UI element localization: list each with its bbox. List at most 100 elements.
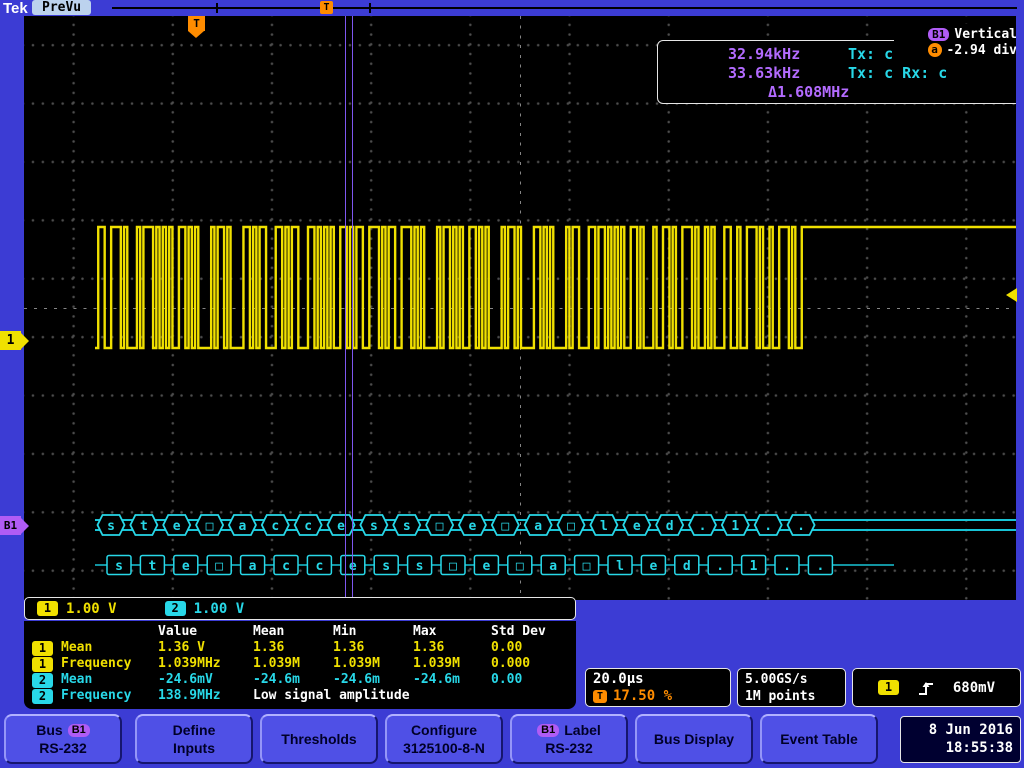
measurement-header-cell: Std Dev xyxy=(491,624,546,639)
bus-decode-char: □ xyxy=(501,519,509,534)
measurement-row: 1 Frequency 1.039MHz 1.039M 1.039M 1.039M 0.00… xyxy=(32,656,576,672)
channel-badge: 1 xyxy=(32,656,53,672)
measurement-value: 0.00 xyxy=(491,640,523,655)
menu-button-event-table[interactable]: Event Table xyxy=(760,714,878,764)
channel-badge: 1 xyxy=(32,640,53,656)
measurement-value: 1.039M xyxy=(413,656,460,671)
bus-b1-marker[interactable]: B1 xyxy=(0,516,29,535)
measurement-label: Frequency xyxy=(61,656,132,671)
cursor-b[interactable] xyxy=(352,16,353,600)
menu-button-configure[interactable]: Configure 3125100-8-N xyxy=(385,714,503,764)
graticule: ste□access□e□a□led.1..ste□access□e□a□led… xyxy=(24,16,1016,600)
bus-decode-char: □ xyxy=(436,519,444,534)
menu-button-line1: Define xyxy=(173,721,216,739)
measurement-value: 0.00 xyxy=(491,672,523,687)
time-label: 18:55:38 xyxy=(945,740,1013,756)
datetime-box: 8 Jun 2016 18:55:38 xyxy=(900,716,1021,763)
decode-event-char: c xyxy=(315,559,323,574)
ch1-waveform xyxy=(95,225,1016,350)
measurement-name: 1 Mean xyxy=(32,640,158,656)
menu-button-thresholds[interactable]: Thresholds xyxy=(260,714,378,764)
menu-button-bus-display[interactable]: Bus Display xyxy=(635,714,753,764)
decode-event-char: 1 xyxy=(750,559,758,574)
menu-button-line1: Thresholds xyxy=(281,730,356,748)
bus-decode-char: e xyxy=(469,519,477,534)
decode-event-char: s xyxy=(115,559,123,574)
menu-button-text: Bus Display xyxy=(653,731,735,747)
bus-decode-char: . xyxy=(699,519,707,534)
decode-event-char: d xyxy=(683,559,691,574)
channel1-scale: 1.00 V xyxy=(66,600,117,617)
decode-event-char: e xyxy=(482,559,490,574)
measurement-value: -24.6m xyxy=(253,672,300,687)
bus-decode-char: . xyxy=(764,519,772,534)
decode-event-char: t xyxy=(148,559,156,574)
menu-button-text: Thresholds xyxy=(281,731,357,747)
bus-decode-char: l xyxy=(600,519,608,534)
record-view-bar[interactable] xyxy=(112,7,1017,9)
measurement-label: Frequency xyxy=(61,688,132,703)
measurement-value: 1.36 xyxy=(253,640,285,655)
cursor-delta-frequency: Δ1.608MHz xyxy=(768,83,850,101)
measurement-header-cell: Max xyxy=(413,624,437,639)
record-window-bracket xyxy=(216,3,218,13)
bus-badge: B1 xyxy=(67,723,90,737)
menu-button-text: Configure xyxy=(410,722,478,738)
menu-button-define-inputs[interactable]: Define Inputs xyxy=(135,714,253,764)
trigger-position-percent: 17.50 % xyxy=(613,688,673,704)
decode-event-char: . xyxy=(816,559,824,574)
menu-button-line1: Bus Display xyxy=(654,730,734,748)
measurement-name: 2 Mean xyxy=(32,672,158,688)
channel1-badge[interactable]: 1 xyxy=(37,601,58,616)
bus-decode-char: e xyxy=(173,519,181,534)
menu-button-bus[interactable]: Bus B1 RS-232 xyxy=(4,714,122,764)
oscilloscope-screen: Tek PreVu T s t e □ a c c e s s □ e □ a □ l e d. 1.. s t e □ a c… xyxy=(0,0,1024,768)
channel-badge: 2 xyxy=(32,672,53,688)
menu-button-line2: Inputs xyxy=(173,740,215,756)
channel1-marker[interactable]: 1 xyxy=(0,331,29,350)
measurement-value: 1.039M xyxy=(333,656,380,671)
measurement-value: -24.6m xyxy=(413,672,460,687)
b1-vertical-value: -2.94 div xyxy=(946,42,1016,58)
measurement-name: 1 Frequency xyxy=(32,656,158,672)
decode-event-char: □ xyxy=(583,559,591,574)
record-window-bracket xyxy=(369,3,371,13)
menu-button-b1-label[interactable]: B1 Label RS-232 xyxy=(510,714,628,764)
trigger-level-arrow[interactable] xyxy=(1006,288,1017,302)
measurement-value: 1.36 xyxy=(413,640,445,655)
measurement-row: 2 Mean -24.6mV -24.6m -24.6m -24.6m 0.00 xyxy=(32,672,576,688)
decode-event-char: e xyxy=(182,559,190,574)
measurement-value: -24.6mV xyxy=(158,672,213,687)
horizontal-readout-box: 20.0µs T 17.50 % xyxy=(585,668,731,707)
horizontal-scale: 20.0µs xyxy=(593,671,644,687)
measurement-row: 2 Frequency 138.9MHz Low signal amplitude xyxy=(32,688,576,704)
bus-decode-char: . xyxy=(797,519,805,534)
bus-decode-char: □ xyxy=(206,519,214,534)
decode-event-char: □ xyxy=(215,559,223,574)
measurement-value: -24.6m xyxy=(333,672,380,687)
channel2-badge[interactable]: 2 xyxy=(164,601,186,616)
menu-button-line2: RS-232 xyxy=(545,740,593,756)
measurement-header-row: Value Mean Min Max Std Dev xyxy=(32,624,576,640)
menu-button-line2: RS-232 xyxy=(39,740,87,756)
cursor-b-bus-decode: Tx: c Rx: c xyxy=(848,64,948,82)
measurement-rows: 1 Mean 1.36 V 1.36 1.36 1.36 0.00 1 Frequency 1.0… xyxy=(32,640,576,704)
measurement-value: 1.36 V xyxy=(158,640,205,655)
multipurpose-knob-a-icon[interactable]: a xyxy=(927,43,942,57)
trigger-readout-box: 1 680mV xyxy=(852,668,1021,707)
menu-button-text: Event Table xyxy=(780,731,858,747)
trigger-position-flag[interactable]: T xyxy=(188,16,205,38)
bus-decode-char: e xyxy=(337,519,345,534)
decode-event-char: . xyxy=(716,559,724,574)
cursor-a[interactable] xyxy=(345,16,346,600)
decode-event-char: l xyxy=(616,559,624,574)
measurement-header-cell: Value xyxy=(158,624,198,639)
bus-decode-char: c xyxy=(304,519,312,534)
acquisition-readout-box: 5.00GS/s 1M points xyxy=(737,668,846,707)
tek-logo: Tek xyxy=(3,0,28,17)
bus-decode-char: d xyxy=(666,519,674,534)
decode-event-char: s xyxy=(382,559,390,574)
bus-decode-char: a xyxy=(239,519,247,534)
bus-badge: B1 xyxy=(537,723,560,737)
record-trigger-marker-icon[interactable]: T xyxy=(320,1,333,14)
